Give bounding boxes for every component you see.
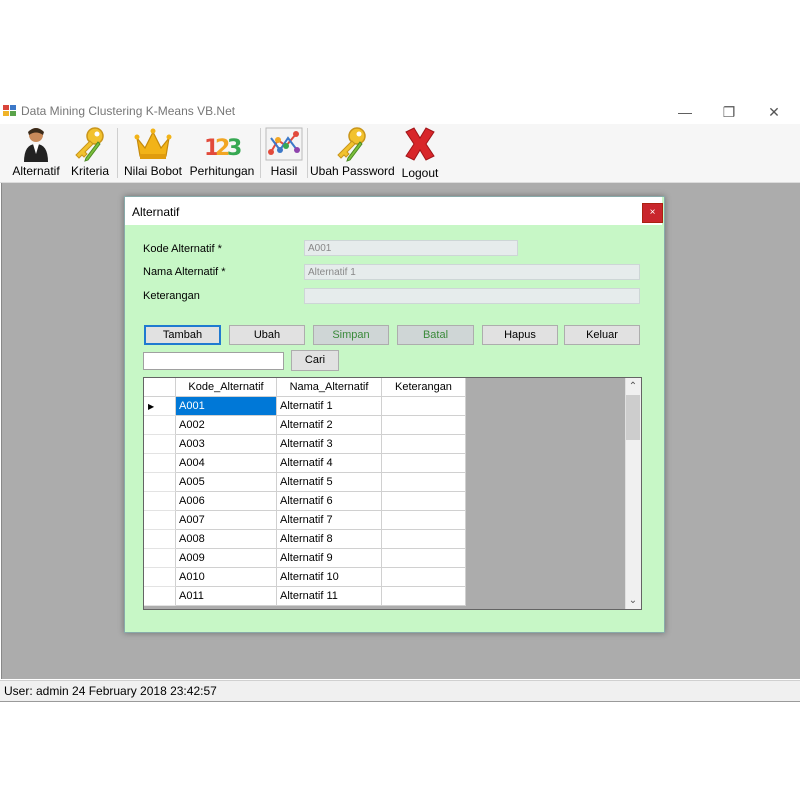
cell-nama[interactable]: Alternatif 1	[277, 397, 382, 416]
row-header[interactable]	[144, 473, 176, 492]
toolbar-label: Logout	[401, 166, 439, 180]
cell-kode[interactable]: A010	[176, 568, 277, 587]
cell-keterangan[interactable]	[382, 492, 466, 511]
cell-kode[interactable]: A003	[176, 435, 277, 454]
toolbar-nilai-bobot-button[interactable]: Nilai Bobot	[121, 124, 185, 182]
cell-keterangan[interactable]	[382, 549, 466, 568]
cell-kode[interactable]: A002	[176, 416, 277, 435]
toolbar-label: Kriteria	[70, 164, 109, 178]
row-header[interactable]	[144, 492, 176, 511]
row-header[interactable]	[144, 587, 176, 606]
row-header[interactable]	[144, 530, 176, 549]
toolbar-ubah-password-button[interactable]: Ubah Password	[310, 124, 395, 182]
toolbar-alternatif-button[interactable]: Alternatif	[8, 124, 64, 182]
grid-corner-header	[144, 378, 176, 397]
cell-nama[interactable]: Alternatif 6	[277, 492, 382, 511]
row-header[interactable]	[144, 511, 176, 530]
hapus-button[interactable]: Hapus	[482, 325, 558, 345]
cell-kode[interactable]: A004	[176, 454, 277, 473]
status-text: User: admin 24 February 2018 23:42:57	[4, 684, 217, 698]
window-title: Data Mining Clustering K-Means VB.Net	[21, 104, 236, 118]
column-header-keterangan[interactable]: Keterangan	[382, 378, 466, 397]
window-close-button[interactable]: ✕	[763, 102, 785, 122]
toolbar-logout-button[interactable]: Logout	[398, 124, 442, 182]
cell-keterangan[interactable]	[382, 416, 466, 435]
scroll-down-icon[interactable]: ⌄	[626, 593, 640, 608]
cell-keterangan[interactable]	[382, 530, 466, 549]
row-header[interactable]	[144, 549, 176, 568]
cell-nama[interactable]: Alternatif 11	[277, 587, 382, 606]
keterangan-label: Keterangan	[143, 290, 200, 302]
cell-keterangan[interactable]	[382, 397, 466, 416]
cell-keterangan[interactable]	[382, 473, 466, 492]
app-icon	[3, 105, 16, 116]
person-icon	[24, 128, 48, 162]
row-header[interactable]	[144, 568, 176, 587]
cari-button[interactable]: Cari	[291, 350, 339, 371]
cell-kode[interactable]: A007	[176, 511, 277, 530]
tambah-button[interactable]: Tambah	[144, 325, 221, 345]
toolbar-hasil-button[interactable]: Hasil	[263, 124, 305, 182]
minimize-button[interactable]: —	[674, 102, 696, 122]
key-pencil-icon	[75, 127, 104, 162]
toolbar-kriteria-button[interactable]: Kriteria	[66, 124, 114, 182]
column-header-kode[interactable]: Kode_Alternatif	[176, 378, 277, 397]
toolbar-label: Ubah Password	[310, 164, 395, 178]
keterangan-field[interactable]	[304, 288, 640, 304]
cell-keterangan[interactable]	[382, 435, 466, 454]
ubah-button[interactable]: Ubah	[229, 325, 305, 345]
kode-alternatif-label: Kode Alternatif *	[143, 243, 222, 255]
toolbar-separator	[117, 128, 118, 178]
nama-alternatif-label: Nama Alternatif *	[143, 266, 226, 278]
cell-kode[interactable]: A001	[176, 397, 277, 416]
row-header[interactable]	[144, 435, 176, 454]
toolbar-separator	[260, 128, 261, 178]
kode-alternatif-field[interactable]: A001	[304, 240, 518, 256]
cell-kode[interactable]: A008	[176, 530, 277, 549]
key-pencil-icon	[337, 127, 366, 162]
cell-keterangan[interactable]	[382, 511, 466, 530]
numbers-123-icon: 1 2 3	[204, 136, 242, 161]
cell-nama[interactable]: Alternatif 10	[277, 568, 382, 587]
toolbar-label: Hasil	[270, 164, 298, 178]
cell-kode[interactable]: A009	[176, 549, 277, 568]
cell-nama[interactable]: Alternatif 8	[277, 530, 382, 549]
nama-alternatif-field[interactable]: Alternatif 1	[304, 264, 640, 280]
dialog-titlebar	[125, 197, 662, 225]
row-header[interactable]	[144, 416, 176, 435]
scroll-up-icon[interactable]: ⌃	[626, 379, 640, 394]
toolbar-label: Nilai Bobot	[123, 164, 183, 178]
cell-kode[interactable]: A011	[176, 587, 277, 606]
scrollbar-thumb[interactable]	[626, 395, 640, 440]
search-input[interactable]	[143, 352, 284, 370]
red-x-icon	[405, 127, 435, 161]
keluar-button[interactable]: Keluar	[564, 325, 640, 345]
cell-nama[interactable]: Alternatif 9	[277, 549, 382, 568]
cell-nama[interactable]: Alternatif 5	[277, 473, 382, 492]
crown-icon	[134, 128, 172, 159]
cell-nama[interactable]: Alternatif 3	[277, 435, 382, 454]
cell-keterangan[interactable]	[382, 587, 466, 606]
cell-kode[interactable]: A006	[176, 492, 277, 511]
cell-nama[interactable]: Alternatif 2	[277, 416, 382, 435]
cell-keterangan[interactable]	[382, 454, 466, 473]
maximize-button[interactable]: ❐	[718, 102, 740, 122]
svg-text:3: 3	[227, 136, 242, 161]
cell-nama[interactable]: Alternatif 7	[277, 511, 382, 530]
column-header-nama[interactable]: Nama_Alternatif	[277, 378, 382, 397]
toolbar-label: Perhitungan	[189, 164, 255, 178]
row-header[interactable]	[144, 454, 176, 473]
cell-kode[interactable]: A005	[176, 473, 277, 492]
toolbar-perhitungan-button[interactable]: 1 2 3 Perhitungan	[188, 124, 256, 182]
dialog-title: Alternatif	[132, 205, 180, 219]
cell-keterangan[interactable]	[382, 568, 466, 587]
toolbar-label: Alternatif	[12, 164, 60, 178]
toolbar-separator	[307, 128, 308, 178]
dialog-close-button[interactable]: ×	[642, 203, 663, 223]
simpan-button[interactable]: Simpan	[313, 325, 389, 345]
current-row-marker-icon[interactable]: ▶	[144, 397, 176, 416]
network-chart-icon	[265, 127, 303, 161]
batal-button[interactable]: Batal	[397, 325, 474, 345]
cell-nama[interactable]: Alternatif 4	[277, 454, 382, 473]
